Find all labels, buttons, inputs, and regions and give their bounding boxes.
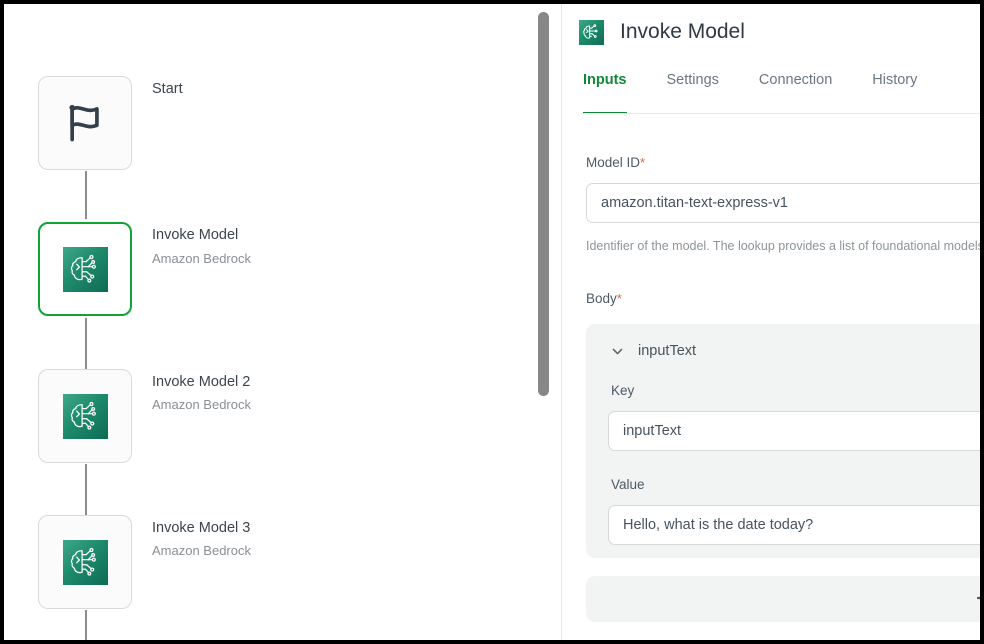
key-label: Key <box>611 383 634 398</box>
workflow-node-start[interactable] <box>38 76 132 170</box>
workflow-node-invoke-model-3[interactable] <box>38 515 132 609</box>
app-window: Start Invoke Model Amazon Bedrock <box>4 4 980 640</box>
bedrock-icon <box>579 20 604 45</box>
value-label: Value <box>611 477 645 492</box>
tab-inputs[interactable]: Inputs <box>583 72 627 114</box>
key-input[interactable]: inputText <box>608 411 980 451</box>
node-label-start: Start <box>152 81 183 97</box>
add-body-entry-row[interactable] <box>586 576 980 622</box>
panel-tabs: Inputs Settings Connection History <box>562 72 980 114</box>
vertical-scrollbar-thumb[interactable] <box>538 12 549 396</box>
page-title: Invoke Model <box>620 20 745 44</box>
tab-history[interactable]: History <box>872 72 917 114</box>
connector-line <box>85 171 87 219</box>
connector-line <box>85 318 87 372</box>
chevron-down-icon[interactable] <box>611 345 624 358</box>
required-marker: * <box>640 155 645 170</box>
node-subtitle-invoke-model: Amazon Bedrock <box>152 251 251 266</box>
node-subtitle-invoke-model-2: Amazon Bedrock <box>152 397 251 412</box>
bedrock-icon <box>63 247 108 292</box>
tabs-underline <box>583 113 980 114</box>
panel-header: Invoke Model <box>562 4 980 60</box>
bedrock-icon <box>63 394 108 439</box>
tab-connection[interactable]: Connection <box>759 72 832 114</box>
workflow-canvas[interactable]: Start Invoke Model Amazon Bedrock <box>4 4 534 640</box>
model-id-helper-text: Identifier of the model. The lookup prov… <box>586 236 980 257</box>
value-input[interactable]: Hello, what is the date today? <box>608 505 980 545</box>
body-entry-card: inputText Key inputText Value Hello, wha… <box>586 324 980 558</box>
model-id-label: Model ID* <box>586 155 645 170</box>
connector-line <box>85 464 87 518</box>
details-panel: Invoke Model Inputs Settings Connection … <box>562 4 980 640</box>
flag-icon <box>63 101 107 145</box>
connector-line <box>85 610 87 640</box>
node-label-invoke-model-2: Invoke Model 2 <box>152 374 250 390</box>
model-id-label-text: Model ID <box>586 155 640 170</box>
tab-settings[interactable]: Settings <box>667 72 719 114</box>
required-marker: * <box>617 291 622 306</box>
plus-icon[interactable] <box>975 589 980 607</box>
model-id-input[interactable]: amazon.titan-text-express-v1 <box>586 183 980 223</box>
node-subtitle-invoke-model-3: Amazon Bedrock <box>152 543 251 558</box>
body-card-title: inputText <box>638 343 696 359</box>
body-label: Body* <box>586 291 622 306</box>
node-label-invoke-model-3: Invoke Model 3 <box>152 520 250 536</box>
node-label-invoke-model: Invoke Model <box>152 227 238 243</box>
body-label-text: Body <box>586 291 617 306</box>
workflow-node-invoke-model-2[interactable] <box>38 369 132 463</box>
workflow-node-invoke-model[interactable] <box>38 222 132 316</box>
bedrock-icon <box>63 540 108 585</box>
